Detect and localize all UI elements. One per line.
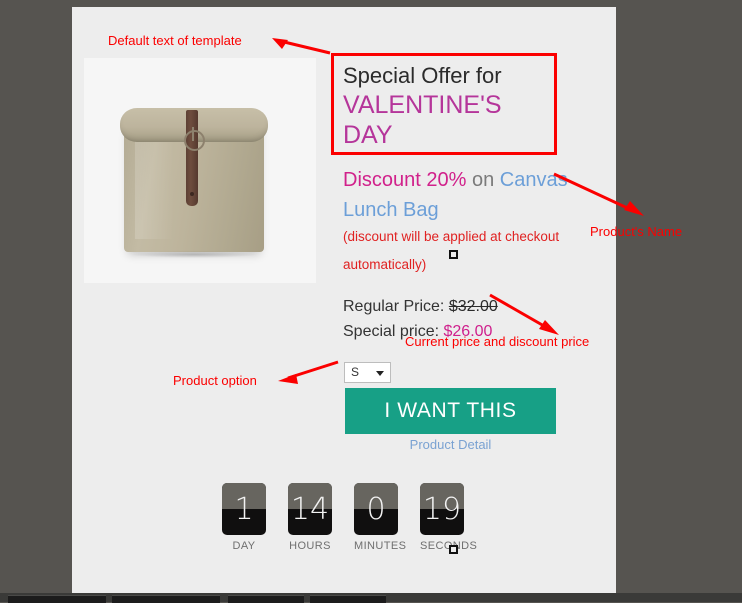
annotation-arrow-default-text [272, 38, 331, 55]
canvas-lunch-bag-illustration [120, 94, 268, 258]
countdown-value: 14 [290, 491, 330, 527]
countdown-flip-box: 19 [420, 483, 464, 535]
headline-selection-box[interactable]: Special Offer for VALENTINE'S DAY [331, 53, 557, 155]
annotation-arrow-product-option [278, 360, 339, 384]
bag-buckle-icon [184, 127, 205, 151]
annotation-default-text: Default text of template [108, 33, 242, 48]
discount-connector: on [466, 169, 500, 191]
countdown-label: MINUTES [354, 540, 407, 552]
desktop-background: Special Offer for VALENTINE'S DAY Discou… [0, 0, 742, 603]
annotation-arrow-product-name [553, 172, 644, 216]
resize-handle[interactable] [449, 545, 458, 554]
countdown-timer: 1 DAY 14 HOURS 0 MINUTES 19 [222, 483, 477, 552]
annotation-product-option: Product option [173, 373, 257, 388]
headline-line-1: Special Offer for [343, 63, 502, 88]
countdown-unit: 14 HOURS [288, 483, 332, 552]
chevron-down-icon [376, 371, 384, 376]
product-image [84, 58, 316, 283]
product-detail-link[interactable]: Product Detail [345, 437, 556, 452]
discount-percent: Discount 20% [343, 169, 467, 191]
countdown-label: HOURS [289, 540, 331, 552]
bag-shadow [130, 251, 258, 258]
annotation-product-name: Product's Name [590, 224, 683, 239]
product-option-value: S [351, 365, 360, 379]
countdown-value: 1 [234, 491, 254, 527]
product-option-select[interactable]: S [344, 362, 391, 383]
regular-price-label: Regular Price: [343, 298, 449, 315]
countdown-unit: 19 SECONDS [420, 483, 477, 552]
headline-line-2: VALENTINE'S DAY [343, 91, 502, 149]
countdown-flip-box: 14 [288, 483, 332, 535]
regular-price-row: Regular Price: $32.00 [343, 294, 498, 319]
taskbar [0, 593, 742, 603]
countdown-flip-box: 1 [222, 483, 266, 535]
countdown-unit: 1 DAY [222, 483, 266, 552]
countdown-value: 0 [366, 491, 386, 527]
countdown-flip-box: 0 [354, 483, 398, 535]
bag-leather-strap [186, 110, 198, 206]
discount-note: (discount will be applied at checkout au… [343, 229, 560, 272]
annotation-arrow-current-price [489, 293, 559, 335]
countdown-label: DAY [232, 540, 256, 552]
i-want-this-button[interactable]: I WANT THIS [345, 388, 556, 434]
resize-handle[interactable] [449, 250, 458, 259]
countdown-unit: 0 MINUTES [354, 483, 407, 552]
countdown-value: 19 [422, 491, 462, 527]
